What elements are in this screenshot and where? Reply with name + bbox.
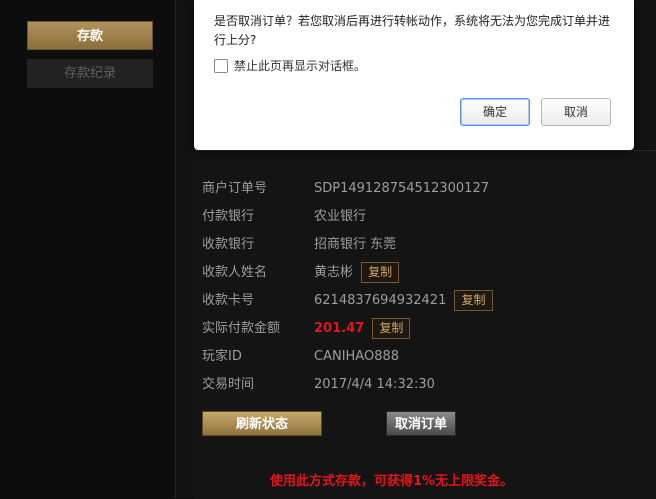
payee-name-group: 黄志彬 复制 [314,262,400,284]
deposit-history-button[interactable]: 存款纪录 [27,59,153,88]
order-row-receiving-bank: 收款银行 招商银行 东莞 [202,234,642,256]
order-row-player-id: 玩家ID CANIHAO888 [202,346,642,368]
copy-amount-button[interactable]: 复制 [372,318,411,339]
suppress-dialog-checkbox[interactable] [214,58,228,73]
promo-text: 使用此方式存款，可获得1%无上限奖金。 [270,474,514,489]
refresh-status-button[interactable]: 刷新状态 [202,411,322,436]
sidebar: 存款 存款纪录 [0,0,176,498]
suppress-dialog-label: 禁止此页再显示对话框。 [234,59,367,73]
order-row-merchant-id: 商户订单号 SDP149128754512300127 [202,178,642,200]
order-label: 付款银行 [202,209,255,224]
amount-group: 201.47 复制 [314,318,411,340]
merchant-order-number: SDP149128754512300127 [314,181,489,196]
confirm-button[interactable]: 确定 [460,98,530,126]
cancel-order-button[interactable]: 取消订单 [386,411,456,436]
payment-bank: 农业银行 [314,209,367,224]
deposit-button[interactable]: 存款 [27,21,153,50]
order-row-payment-bank: 付款银行 农业银行 [202,206,642,228]
order-label: 收款银行 [202,237,255,252]
order-label: 玩家ID [202,349,242,364]
order-label: 收款人姓名 [202,265,268,280]
card-number: 6214837694932421 [314,293,447,308]
order-row-payee-name: 收款人姓名 黄志彬 复制 [202,262,642,284]
receiving-bank: 招商银行 东莞 [314,237,397,252]
card-number-group: 6214837694932421 复制 [314,290,493,312]
order-label: 商户订单号 [202,181,268,196]
order-row-amount: 实际付款金额 201.47 复制 [202,318,642,340]
dialog-message: 是否取消订单？若您取消后再进行转帐动作，系统将无法为您完成订单并进行上分? [214,14,611,47]
order-row-card-number: 收款卡号 6214837694932421 复制 [202,290,642,312]
order-label: 交易时间 [202,377,255,392]
payee-name: 黄志彬 [314,265,354,280]
confirm-dialog: 是否取消订单？若您取消后再进行转帐动作，系统将无法为您完成订单并进行上分? 禁止… [194,0,634,150]
copy-card-number-button[interactable]: 复制 [454,290,493,311]
order-label: 实际付款金额 [202,321,281,336]
payment-amount: 201.47 [314,321,365,336]
dialog-cancel-button[interactable]: 取消 [541,98,611,126]
copy-payee-name-button[interactable]: 复制 [361,262,400,283]
transaction-time: 2017/4/4 14:32:30 [314,377,435,392]
order-row-transaction-time: 交易时间 2017/4/4 14:32:30 [202,374,642,396]
player-id: CANIHAO888 [314,349,400,364]
suppress-dialog-option[interactable]: 禁止此页再显示对话框。 [214,57,366,75]
order-label: 收款卡号 [202,293,255,308]
